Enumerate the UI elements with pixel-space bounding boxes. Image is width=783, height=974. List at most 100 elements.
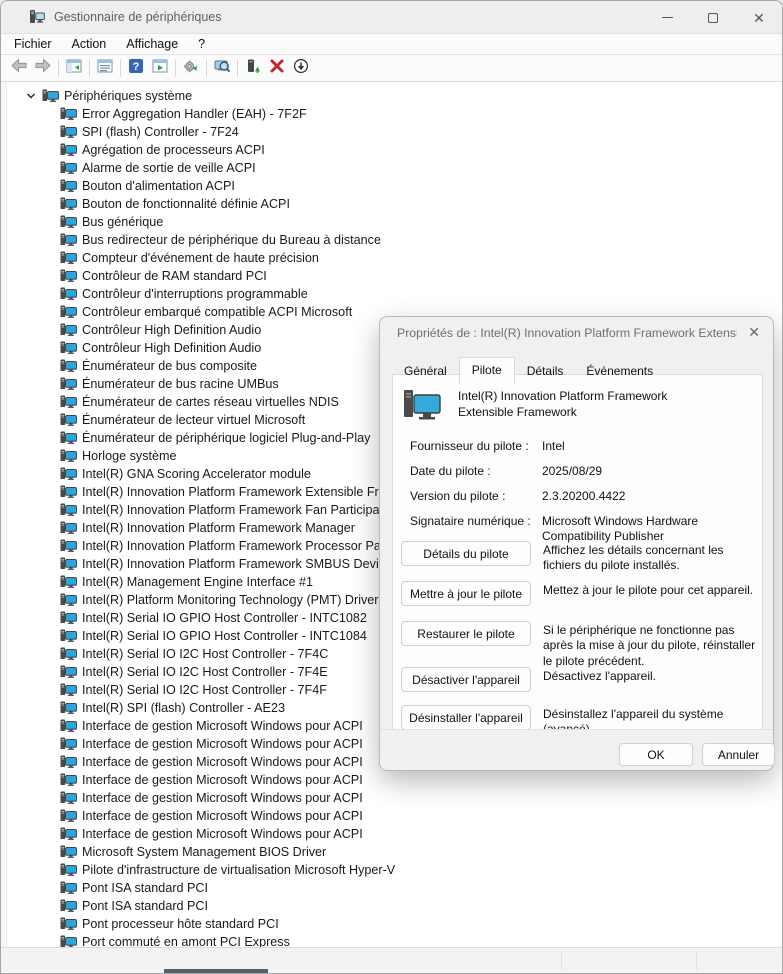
system-device-icon <box>60 305 77 319</box>
cancel-button[interactable]: Annuler <box>702 743 775 766</box>
help-button[interactable]: ? <box>124 57 148 79</box>
dialog-close-icon[interactable]: ✕ <box>748 324 760 341</box>
tab-d-tails[interactable]: Détails <box>516 360 575 383</box>
toolbar-separator <box>206 59 207 77</box>
driver-upgrade-button[interactable] <box>241 57 265 79</box>
tree-item-label: Agrégation de processeurs ACPI <box>82 143 265 157</box>
forward-button[interactable] <box>31 57 55 79</box>
tree-item[interactable]: Agrégation de processeurs ACPI <box>8 141 782 159</box>
tree-item-label: Alarme de sortie de veille ACPI <box>82 161 256 175</box>
status-divider <box>696 951 697 970</box>
system-device-icon <box>60 197 77 211</box>
tree-item-label: Énumérateur de cartes réseau virtuelles … <box>82 395 339 409</box>
driver-upgrade-icon <box>245 58 261 79</box>
désinstaller-l-appareil-button[interactable]: Désinstaller l'appareil <box>401 705 531 730</box>
tree-item[interactable]: Interface de gestion Microsoft Windows p… <box>8 789 782 807</box>
update-driver-button[interactable] <box>179 57 203 79</box>
détails-du-pilote-button[interactable]: Détails du pilote <box>401 541 531 566</box>
tree-item-label: Interface de gestion Microsoft Windows p… <box>82 809 363 823</box>
action-description: Si le périphérique ne fonctionne pas apr… <box>543 623 759 669</box>
tree-item[interactable]: Pont ISA standard PCI <box>8 897 782 915</box>
close-button[interactable]: ✕ <box>736 1 782 34</box>
tree-item[interactable]: Pont processeur hôte standard PCI <box>8 915 782 933</box>
désactiver-l-appareil-button[interactable]: Désactiver l'appareil <box>401 667 531 692</box>
field-label: Signataire numérique : <box>410 514 531 528</box>
tree-item[interactable]: Contrôleur d'interruptions programmable <box>8 285 782 303</box>
menu-bar: Fichier Action Affichage? <box>1 34 782 55</box>
menu-item-affichage[interactable]: Affichage <box>126 37 178 51</box>
system-device-icon <box>60 251 77 265</box>
tree-item[interactable]: Interface de gestion Microsoft Windows p… <box>8 825 782 843</box>
tree-item[interactable]: Interface de gestion Microsoft Windows p… <box>8 771 782 789</box>
tree-item[interactable]: Bus redirecteur de périphérique du Burea… <box>8 231 782 249</box>
tree-item-label: Intel(R) Innovation Platform Framework E… <box>82 485 430 499</box>
tree-item-label: Contrôleur High Definition Audio <box>82 341 261 355</box>
menu-item-action[interactable]: Action <box>72 37 107 51</box>
action-description: Désactivez l'appareil. <box>543 669 759 684</box>
field-label: Fournisseur du pilote : <box>410 439 529 453</box>
tree-item-label: Horloge système <box>82 449 177 463</box>
scan-hardware-button[interactable] <box>210 57 234 79</box>
system-device-icon <box>60 431 77 445</box>
tree-item-label: Intel(R) Serial IO I2C Host Controller -… <box>82 665 328 679</box>
system-device-icon <box>60 755 77 769</box>
tree-item[interactable]: Pont ISA standard PCI <box>8 879 782 897</box>
tree-item[interactable]: Bouton d'alimentation ACPI <box>8 177 782 195</box>
left-gutter <box>1 82 7 947</box>
tree-item[interactable]: Bouton de fonctionnalité définie ACPI <box>8 195 782 213</box>
tree-item[interactable]: SPI (flash) Controller - 7F24 <box>8 123 782 141</box>
tree-item-label: Pont ISA standard PCI <box>82 899 208 913</box>
tree-item[interactable]: Contrôleur de RAM standard PCI <box>8 267 782 285</box>
properties-button[interactable] <box>93 57 117 79</box>
tab-g-n-ral[interactable]: Général <box>393 360 458 383</box>
minimize-button[interactable] <box>644 1 690 34</box>
tree-item[interactable]: Interface de gestion Microsoft Windows p… <box>8 807 782 825</box>
tree-item[interactable]: Compteur d'événement de haute précision <box>8 249 782 267</box>
tree-item-root[interactable]: Périphériques système <box>8 87 782 105</box>
dialog-footer: OK Annuler <box>380 729 773 770</box>
device-manager-app-icon <box>29 9 45 25</box>
system-device-icon <box>60 629 77 643</box>
tree-item-label: Interface de gestion Microsoft Windows p… <box>82 755 363 769</box>
system-device-icon <box>60 215 77 229</box>
maximize-button[interactable] <box>690 1 736 34</box>
system-device-icon <box>60 413 77 427</box>
system-device-icon <box>60 593 77 607</box>
menu-item-fichier[interactable]: Fichier <box>14 37 52 51</box>
tree-item[interactable]: Alarme de sortie de veille ACPI <box>8 159 782 177</box>
tree-item[interactable]: Bus générique <box>8 213 782 231</box>
back-button[interactable] <box>7 57 31 79</box>
tab-pilote[interactable]: Pilote <box>459 357 515 384</box>
disable-button[interactable] <box>289 57 313 79</box>
system-device-icon <box>60 485 77 499</box>
tree-item-label: Intel(R) SPI (flash) Controller - AE23 <box>82 701 285 715</box>
toolbar-separator <box>237 59 238 77</box>
chevron-down-icon[interactable] <box>24 89 38 103</box>
tree-item-label: Contrôleur de RAM standard PCI <box>82 269 267 283</box>
system-device-icon <box>60 647 77 661</box>
ok-button[interactable]: OK <box>619 743 693 766</box>
system-device-icon <box>60 521 77 535</box>
tree-item[interactable]: Microsoft System Management BIOS Driver <box>8 843 782 861</box>
mettre-à-jour-le-pilote-button[interactable]: Mettre à jour le pilote <box>401 581 531 606</box>
tree-item[interactable]: Error Aggregation Handler (EAH) - 7F2F <box>8 105 782 123</box>
restaurer-le-pilote-button[interactable]: Restaurer le pilote <box>401 621 531 646</box>
tree-item-label: Intel(R) Innovation Platform Framework M… <box>82 521 355 535</box>
tree-toggle-button[interactable] <box>62 57 86 79</box>
action-pane-button[interactable] <box>148 57 172 79</box>
uninstall-button[interactable] <box>265 57 289 79</box>
action-description: Affichez les détails concernant les fich… <box>543 543 759 574</box>
system-device-icon <box>60 827 77 841</box>
system-device-icon <box>60 539 77 553</box>
tree-item[interactable]: Pilote d'infrastructure de virtualisatio… <box>8 861 782 879</box>
horizontal-scrollbar-thumb[interactable] <box>164 969 268 973</box>
tab--v-nements[interactable]: Événements <box>575 360 664 383</box>
tree-item-label: Interface de gestion Microsoft Windows p… <box>82 827 363 841</box>
field-label: Date du pilote : <box>410 464 491 478</box>
tree-item-label: Énumérateur de lecteur virtuel Microsoft <box>82 413 305 427</box>
tree-item[interactable]: Port commuté en amont PCI Express <box>8 933 782 947</box>
tree-item-label: Microsoft System Management BIOS Driver <box>82 845 326 859</box>
menu-item-help[interactable]: ? <box>198 37 205 51</box>
system-device-icon <box>60 917 77 931</box>
tree-item-label: Contrôleur High Definition Audio <box>82 323 261 337</box>
